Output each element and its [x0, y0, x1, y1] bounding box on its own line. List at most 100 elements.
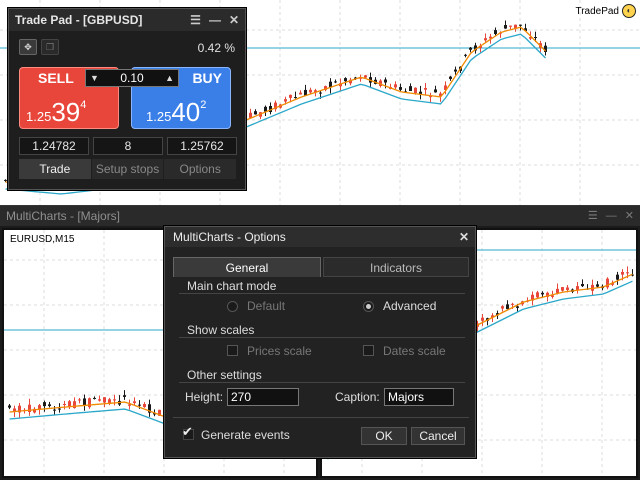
tab-general[interactable]: General	[173, 257, 321, 277]
tab-options[interactable]: Options	[164, 159, 238, 179]
candle-body	[58, 408, 61, 410]
buy-price-prefix: 1.25	[146, 109, 172, 124]
prices-scale-checkbox[interactable]	[227, 345, 238, 356]
windows-icon[interactable]: ❐	[41, 39, 59, 55]
sell-price-pips: 39	[51, 97, 81, 127]
buy-price: 1.25402	[146, 99, 206, 125]
candle-body	[501, 306, 504, 309]
section-divider	[179, 382, 465, 383]
candle-body	[53, 409, 56, 411]
section-divider	[179, 293, 465, 294]
caption-field[interactable]	[384, 388, 454, 406]
candle-body	[544, 45, 547, 52]
dates-scale-label: Dates scale	[383, 344, 446, 358]
other-settings-heading: Other settings	[187, 368, 262, 382]
candle-body	[63, 404, 66, 406]
generate-events-label: Generate events	[201, 428, 290, 442]
candle-body	[556, 288, 559, 294]
candle-body	[4, 179, 7, 181]
take-profit-price[interactable]: 1.25762	[167, 137, 237, 155]
candle-body	[319, 92, 322, 94]
candle-body	[626, 272, 629, 274]
menu-icon[interactable]: ☰	[588, 206, 598, 226]
candle-body	[541, 292, 544, 295]
candle-body	[536, 292, 539, 298]
tab-setup-stops[interactable]: Setup stops	[91, 159, 165, 179]
dates-scale-checkbox[interactable]	[363, 345, 374, 356]
candle-body	[78, 399, 81, 401]
menu-icon[interactable]: ☰	[190, 9, 201, 31]
minimize-icon[interactable]: —	[209, 9, 221, 31]
candle-body	[399, 87, 402, 90]
cancel-button[interactable]: Cancel	[411, 427, 465, 445]
candle-body	[434, 89, 437, 93]
buy-label: BUY	[192, 70, 222, 86]
candle-body	[133, 401, 136, 404]
tab-trade[interactable]: Trade	[19, 159, 92, 179]
drag-arrows-icon[interactable]: ✥	[19, 39, 37, 55]
sell-price: 1.25394	[26, 99, 86, 125]
candle-body	[621, 271, 624, 275]
show-scales-heading: Show scales	[187, 323, 255, 337]
options-dialog-title: MultiCharts - Options	[173, 230, 286, 244]
candle-body	[143, 403, 146, 408]
tradepad-logo-text: TradePad	[575, 5, 619, 17]
spread-percent: 0.42 %	[197, 41, 235, 55]
trade-pad-window: Trade Pad - [GBPUSD] ☰ — ✕ ✥ ❐ 0.42 % SE…	[8, 8, 246, 190]
radio-default[interactable]	[227, 301, 238, 312]
multicharts-titlebar[interactable]: MultiCharts - [Majors] ☰ — ✕	[0, 206, 640, 226]
candle-body	[519, 24, 522, 26]
candle-body	[284, 99, 287, 102]
candle-body	[88, 398, 91, 408]
caption-label: Caption:	[335, 390, 380, 404]
candle-body	[364, 75, 367, 78]
close-icon[interactable]: ✕	[625, 206, 634, 226]
options-tabs: General Indicators	[173, 257, 469, 277]
candle-body	[83, 398, 86, 406]
candle-body	[516, 306, 519, 308]
increase-lot-icon[interactable]: ▲	[165, 70, 174, 86]
candle-body	[98, 399, 101, 401]
candle-body	[481, 317, 484, 321]
candle-body	[394, 84, 397, 88]
candle-body	[344, 78, 347, 82]
minimize-icon[interactable]: —	[606, 206, 617, 226]
radio-advanced[interactable]	[363, 301, 374, 312]
candle-body	[138, 404, 141, 406]
trade-pad-titlebar[interactable]: Trade Pad - [GBPUSD] ☰ — ✕	[9, 9, 245, 31]
tradepad-logo: TradePad ◐	[575, 4, 636, 18]
ok-button[interactable]: OK	[361, 427, 407, 445]
candle-body	[494, 30, 497, 34]
chart-symbol-label: EURUSD,M15	[10, 234, 75, 245]
section-divider	[179, 337, 465, 338]
candle-body	[506, 304, 509, 310]
close-icon[interactable]: ✕	[459, 227, 469, 247]
candle-body	[384, 79, 387, 83]
options-dialog-titlebar[interactable]: MultiCharts - Options ✕	[165, 227, 475, 247]
candle-body	[566, 287, 569, 290]
tab-indicators[interactable]: Indicators	[323, 257, 469, 277]
candle-body	[414, 87, 417, 93]
stop-loss-price[interactable]: 1.24782	[19, 137, 89, 155]
candle-body	[299, 92, 302, 95]
lot-size-stepper[interactable]: ▼ 0.10 ▲	[85, 69, 179, 87]
main-chart-mode-heading: Main chart mode	[187, 279, 277, 293]
decrease-lot-icon[interactable]: ▼	[90, 70, 99, 86]
lot-size-value: 0.10	[120, 71, 144, 85]
candle-body	[484, 38, 487, 41]
candle-body	[113, 399, 116, 401]
footer-divider	[173, 417, 469, 418]
candle-body	[334, 81, 337, 83]
candle-body	[48, 404, 51, 407]
candle-body	[103, 397, 106, 403]
height-field[interactable]	[227, 388, 299, 406]
options-dialog: MultiCharts - Options ✕ General Indicato…	[164, 226, 476, 458]
height-label: Height:	[185, 390, 224, 404]
close-icon[interactable]: ✕	[229, 9, 239, 31]
candle-body	[454, 69, 457, 72]
candle-body	[561, 287, 564, 291]
sell-price-prefix: 1.25	[26, 109, 52, 124]
candle-body	[294, 97, 297, 99]
radio-default-label: Default	[247, 299, 286, 313]
candle-body	[511, 303, 514, 305]
